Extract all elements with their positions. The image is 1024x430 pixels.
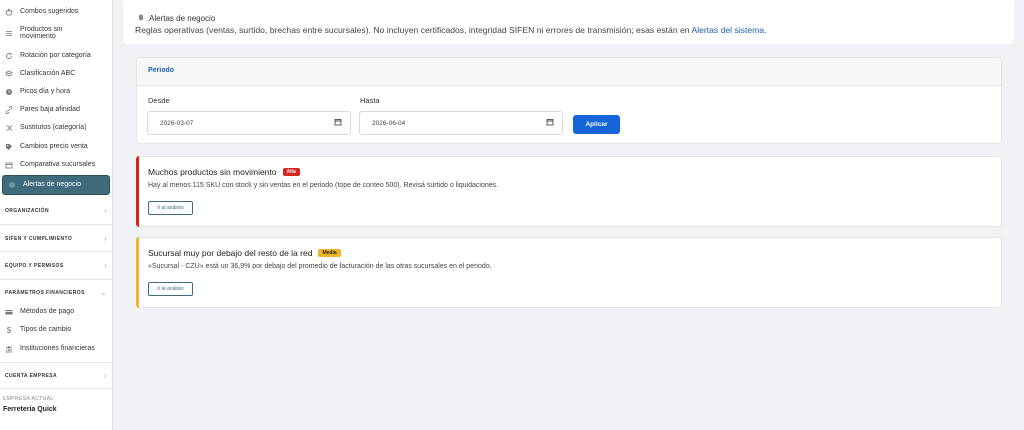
- sidebar-item-alertas-negocio[interactable]: Alertas de negocio: [2, 175, 110, 195]
- system-alerts-link[interactable]: Alertas del sistema: [691, 25, 764, 35]
- sidebar: Combos sugeridos Productos sin movimient…: [0, 0, 113, 430]
- sidebar-item-picos-dia-hora[interactable]: Picos día y hora: [0, 86, 113, 98]
- sidebar-item-combos-sugeridos[interactable]: Combos sugeridos: [0, 6, 113, 18]
- alert-title-text: Sucursal muy por debajo del resto de la …: [148, 248, 313, 258]
- alert-description: Hay al menos 115 SKU con stock y sin ven…: [148, 182, 499, 189]
- sidebar-item-tipos-cambio[interactable]: $ Tipos de cambio: [0, 324, 113, 336]
- page-description-text: Reglas operativas (ventas, surtido, brec…: [135, 25, 690, 35]
- page-description-suffix: .: [764, 25, 767, 35]
- to-label: Hasta: [360, 96, 380, 105]
- page-header: Alertas de negocio Reglas operativas (ve…: [123, 0, 1014, 44]
- period-card-header: Periodo: [137, 58, 1001, 86]
- tag-icon: [5, 143, 13, 151]
- section-cuenta-empresa[interactable]: CUENTA EMPRESA ›: [0, 370, 113, 382]
- alert-card: Muchos productos sin movimiento Alta Hay…: [136, 156, 1002, 227]
- section-equipo[interactable]: EQUIPO Y PERMISOS ›: [0, 260, 113, 272]
- alert-description: «Sucursal - CZU» está un 36,9% por debaj…: [148, 263, 492, 270]
- shuffle-icon: [5, 124, 13, 132]
- page-title-text: Alertas de negocio: [149, 13, 216, 23]
- sidebar-item-productos-sin-movimiento[interactable]: Productos sin movimiento: [0, 24, 113, 42]
- sidebar-item-clasificacion-abc[interactable]: Clasificación ABC: [0, 68, 113, 80]
- link-icon: [5, 106, 13, 114]
- page-description: Reglas operativas (ventas, surtido, brec…: [135, 25, 766, 35]
- alert-card: Sucursal muy por debajo del resto de la …: [136, 237, 1002, 308]
- to-date-input[interactable]: 2026-06-04: [359, 111, 563, 135]
- sidebar-item-label: Comparativa sucursales: [20, 161, 96, 168]
- company-label: EMPRESA ACTUAL: [3, 396, 54, 402]
- chevron-right-icon: ›: [104, 372, 107, 380]
- section-label: ORGANIZACIÓN: [5, 208, 49, 214]
- section-organizacion[interactable]: ORGANIZACIÓN ›: [0, 205, 113, 217]
- chevron-down-icon: ⌄: [100, 290, 107, 297]
- page-title: Alertas de negocio: [137, 13, 215, 23]
- sidebar-item-rotacion-categoria[interactable]: Rotación por categoría: [0, 50, 113, 62]
- stack-icon: [5, 70, 13, 78]
- section-sifen[interactable]: SIFEN Y CUMPLIMIENTO ›: [0, 233, 113, 245]
- period-card: Periodo Desde 2026-03-07 Hasta 2026-06-0…: [136, 57, 1002, 144]
- alert-title-text: Muchos productos sin movimiento: [148, 167, 277, 177]
- sidebar-item-label: Pares baja afinidad: [20, 106, 80, 113]
- main-content: Alertas de negocio Reglas operativas (ve…: [113, 0, 1024, 430]
- chevron-right-icon: ›: [104, 235, 107, 243]
- bank-icon: [5, 345, 13, 353]
- refresh-icon: [5, 52, 13, 60]
- divider: [0, 388, 113, 389]
- section-label: SIFEN Y CUMPLIMIENTO: [5, 236, 73, 242]
- bell-icon: [137, 13, 145, 23]
- sidebar-item-label: Sustitutos (categoría): [20, 124, 87, 131]
- chevron-right-icon: ›: [104, 262, 107, 270]
- company-name: Ferretería Quick: [3, 406, 57, 413]
- sidebar-item-label: Cambios precio venta: [20, 143, 88, 150]
- sidebar-item-sustitutos[interactable]: Sustitutos (categoría): [0, 122, 113, 134]
- from-date-value: 2026-03-07: [160, 119, 194, 127]
- clock-icon: [5, 88, 13, 96]
- card-icon: [5, 308, 13, 316]
- severity-badge: Alta: [282, 168, 300, 176]
- sidebar-item-label: Combos sugeridos: [20, 8, 79, 15]
- layers-icon: [5, 29, 13, 37]
- from-label: Desde: [148, 96, 170, 105]
- sidebar-item-instituciones-financieras[interactable]: Instituciones financieras: [0, 343, 113, 355]
- alert-title: Muchos productos sin movimiento Alta: [148, 167, 300, 177]
- period-title: Periodo: [148, 67, 175, 74]
- sidebar-item-label: Clasificación ABC: [20, 70, 76, 77]
- divider: [0, 279, 113, 280]
- go-to-analysis-button[interactable]: Ir al análisis: [148, 201, 193, 215]
- severity-stripe: [136, 156, 139, 227]
- sidebar-item-label: Productos sin movimiento: [20, 26, 63, 40]
- from-date-input[interactable]: 2026-03-07: [147, 111, 351, 135]
- sidebar-item-pares-baja-afinidad[interactable]: Pares baja afinidad: [0, 104, 113, 116]
- sidebar-item-label: Alertas de negocio: [23, 181, 81, 188]
- sidebar-item-metodos-pago[interactable]: Métodos de pago: [0, 306, 113, 318]
- severity-stripe: [136, 237, 139, 308]
- sidebar-item-label: Instituciones financieras: [20, 345, 95, 352]
- apply-button[interactable]: Aplicar: [573, 115, 620, 134]
- divider: [0, 224, 113, 225]
- sidebar-item-label: Rotación por categoría: [20, 52, 91, 59]
- alert-title: Sucursal muy por debajo del resto de la …: [148, 248, 341, 258]
- store-icon: [5, 161, 13, 169]
- sidebar-item-label: Picos día y hora: [20, 88, 71, 95]
- sidebar-item-label: Tipos de cambio: [20, 326, 72, 333]
- basket-icon: [5, 8, 13, 16]
- severity-badge: Media: [318, 249, 341, 257]
- calendar-icon[interactable]: [334, 118, 342, 128]
- dollar-icon: $: [6, 325, 12, 335]
- sidebar-item-label: Métodos de pago: [20, 308, 75, 315]
- divider: [0, 362, 113, 363]
- chevron-right-icon: ›: [104, 207, 107, 215]
- alert-icon: [8, 181, 16, 189]
- divider: [0, 251, 113, 252]
- go-to-analysis-button[interactable]: Ir al análisis: [148, 282, 193, 296]
- section-label: EQUIPO Y PERMISOS: [5, 263, 64, 269]
- section-label: PARÁMETROS FINANCIEROS: [5, 290, 85, 296]
- section-label: CUENTA EMPRESA: [5, 373, 57, 379]
- calendar-icon[interactable]: [546, 118, 554, 128]
- to-date-value: 2026-06-04: [372, 119, 406, 127]
- sidebar-item-comparativa-sucursales[interactable]: Comparativa sucursales: [0, 159, 113, 171]
- section-parametros-financieros[interactable]: PARÁMETROS FINANCIEROS ⌄: [0, 287, 113, 299]
- sidebar-item-cambios-precio-venta[interactable]: Cambios precio venta: [0, 141, 113, 153]
